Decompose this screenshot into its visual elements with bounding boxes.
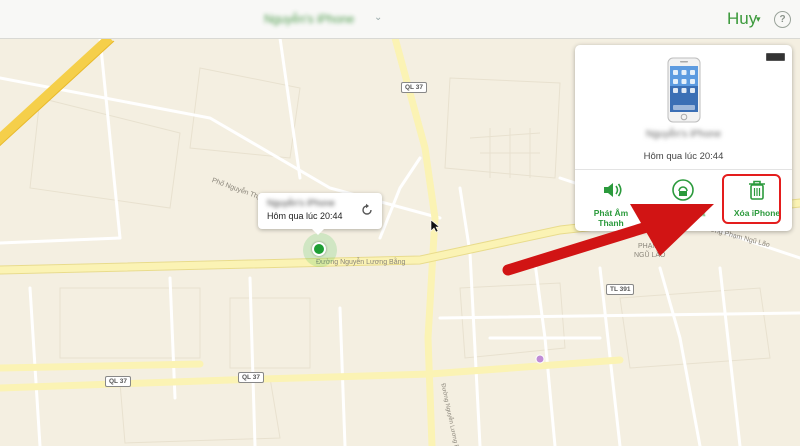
- iphone-icon: [667, 57, 701, 123]
- panel-device-name: Nguyễn's iPhone: [645, 129, 722, 140]
- route-shield: QL 37: [401, 82, 427, 93]
- chevron-down-icon[interactable]: ▾: [756, 14, 761, 25]
- battery-icon: [766, 53, 785, 61]
- chevron-down-icon[interactable]: ⌄: [374, 12, 382, 23]
- erase-highlight-box: [722, 174, 781, 224]
- top-bar: Nguyễn's iPhone ⌄ Huy ▾ ?: [0, 0, 800, 39]
- refresh-icon[interactable]: [360, 203, 374, 217]
- account-menu[interactable]: Huy: [727, 9, 757, 29]
- red-arrow-annotation: [502, 204, 714, 276]
- route-shield: QL 37: [105, 376, 131, 387]
- panel-last-seen: Hôm qua lúc 20:44: [643, 151, 724, 162]
- panel-divider: [575, 169, 792, 170]
- mouse-cursor-icon: [430, 219, 440, 233]
- callout-device-name: Nguyễn's iPhone: [267, 198, 335, 208]
- find-my-iphone-screen: Nguyễn's iPhone ⌄ Huy ▾ ? Phố Nguyễn Thị…: [0, 0, 800, 446]
- help-button[interactable]: ?: [774, 11, 791, 28]
- route-shield: QL 37: [238, 372, 264, 383]
- callout-last-seen: Hôm qua lúc 20:44: [267, 211, 343, 221]
- device-location-pin[interactable]: [312, 242, 326, 256]
- route-shield: TL 391: [606, 284, 635, 295]
- device-selector[interactable]: Nguyễn's iPhone: [264, 12, 354, 26]
